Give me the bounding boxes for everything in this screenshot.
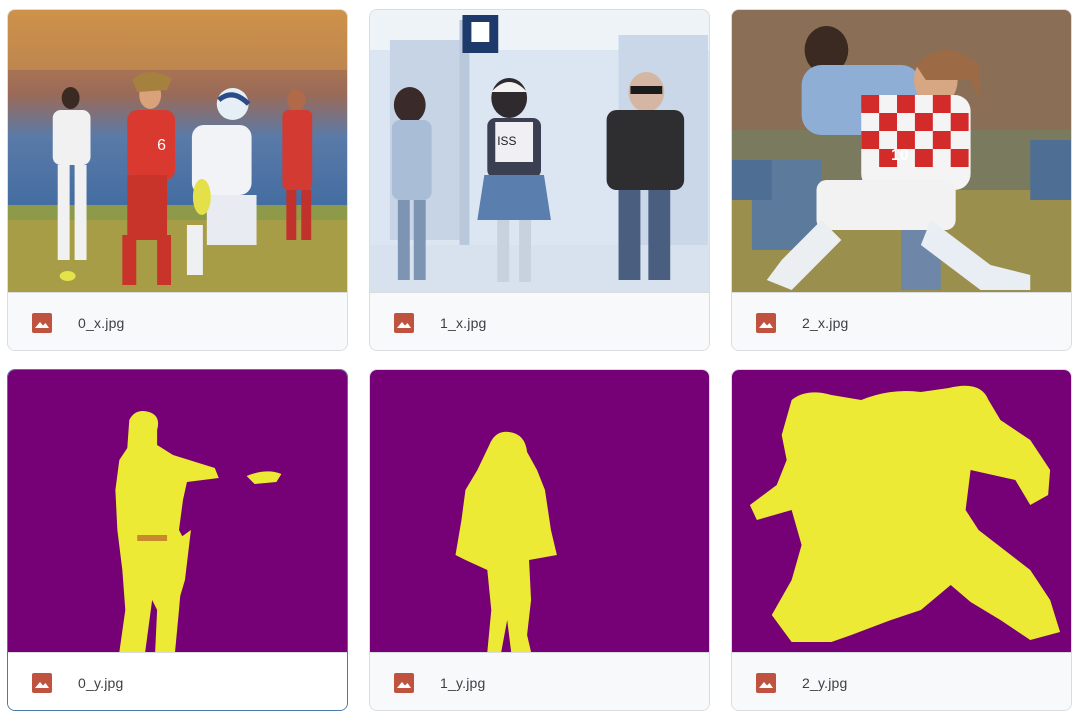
file-card-1-x[interactable]: ISS 1_x.jpg — [369, 9, 710, 351]
file-card-footer: 1_x.jpg — [370, 292, 709, 350]
image-icon — [756, 312, 776, 333]
file-card-0-y[interactable]: 0_y.jpg — [7, 369, 348, 711]
image-icon — [394, 672, 414, 693]
thumbnail-mask-soccer-players — [8, 370, 347, 652]
file-card-2-y[interactable]: 2_y.jpg — [731, 369, 1072, 711]
file-name: 2_y.jpg — [802, 674, 848, 691]
image-icon — [756, 672, 776, 693]
svg-text:6: 6 — [157, 137, 166, 154]
thumbnail-people-walking: ISS — [370, 10, 709, 292]
file-name: 0_x.jpg — [78, 314, 125, 331]
thumbnail-mask-people-walking — [370, 370, 709, 652]
thumbnail-soccer-players: 6 — [8, 10, 347, 292]
image-icon — [394, 312, 414, 333]
file-card-footer: 0_y.jpg — [8, 652, 347, 710]
thumbnail-mask-soccer-tackle — [732, 370, 1071, 652]
file-card-footer: 0_x.jpg — [8, 292, 347, 350]
file-card-footer: 2_x.jpg — [732, 292, 1071, 350]
file-card-footer: 1_y.jpg — [370, 652, 709, 710]
file-card-1-y[interactable]: 1_y.jpg — [369, 369, 710, 711]
file-name: 1_y.jpg — [440, 674, 486, 691]
file-name: 0_y.jpg — [78, 674, 124, 691]
svg-text:ISS: ISS — [497, 134, 516, 148]
file-card-footer: 2_y.jpg — [732, 652, 1071, 710]
image-icon — [32, 672, 52, 693]
svg-text:10: 10 — [891, 147, 909, 164]
file-card-0-x[interactable]: 6 0_x.jpg — [7, 9, 348, 351]
file-card-2-x[interactable]: 10 2_x.jpg — [731, 9, 1072, 351]
file-name: 2_x.jpg — [802, 314, 849, 331]
image-icon — [32, 312, 52, 333]
file-grid: 6 0_x.jpg ISS 1_x.jpg 10 2_x.jpg 0_y.jpg… — [0, 0, 1090, 725]
thumbnail-soccer-tackle: 10 — [732, 10, 1071, 292]
file-name: 1_x.jpg — [440, 314, 487, 331]
